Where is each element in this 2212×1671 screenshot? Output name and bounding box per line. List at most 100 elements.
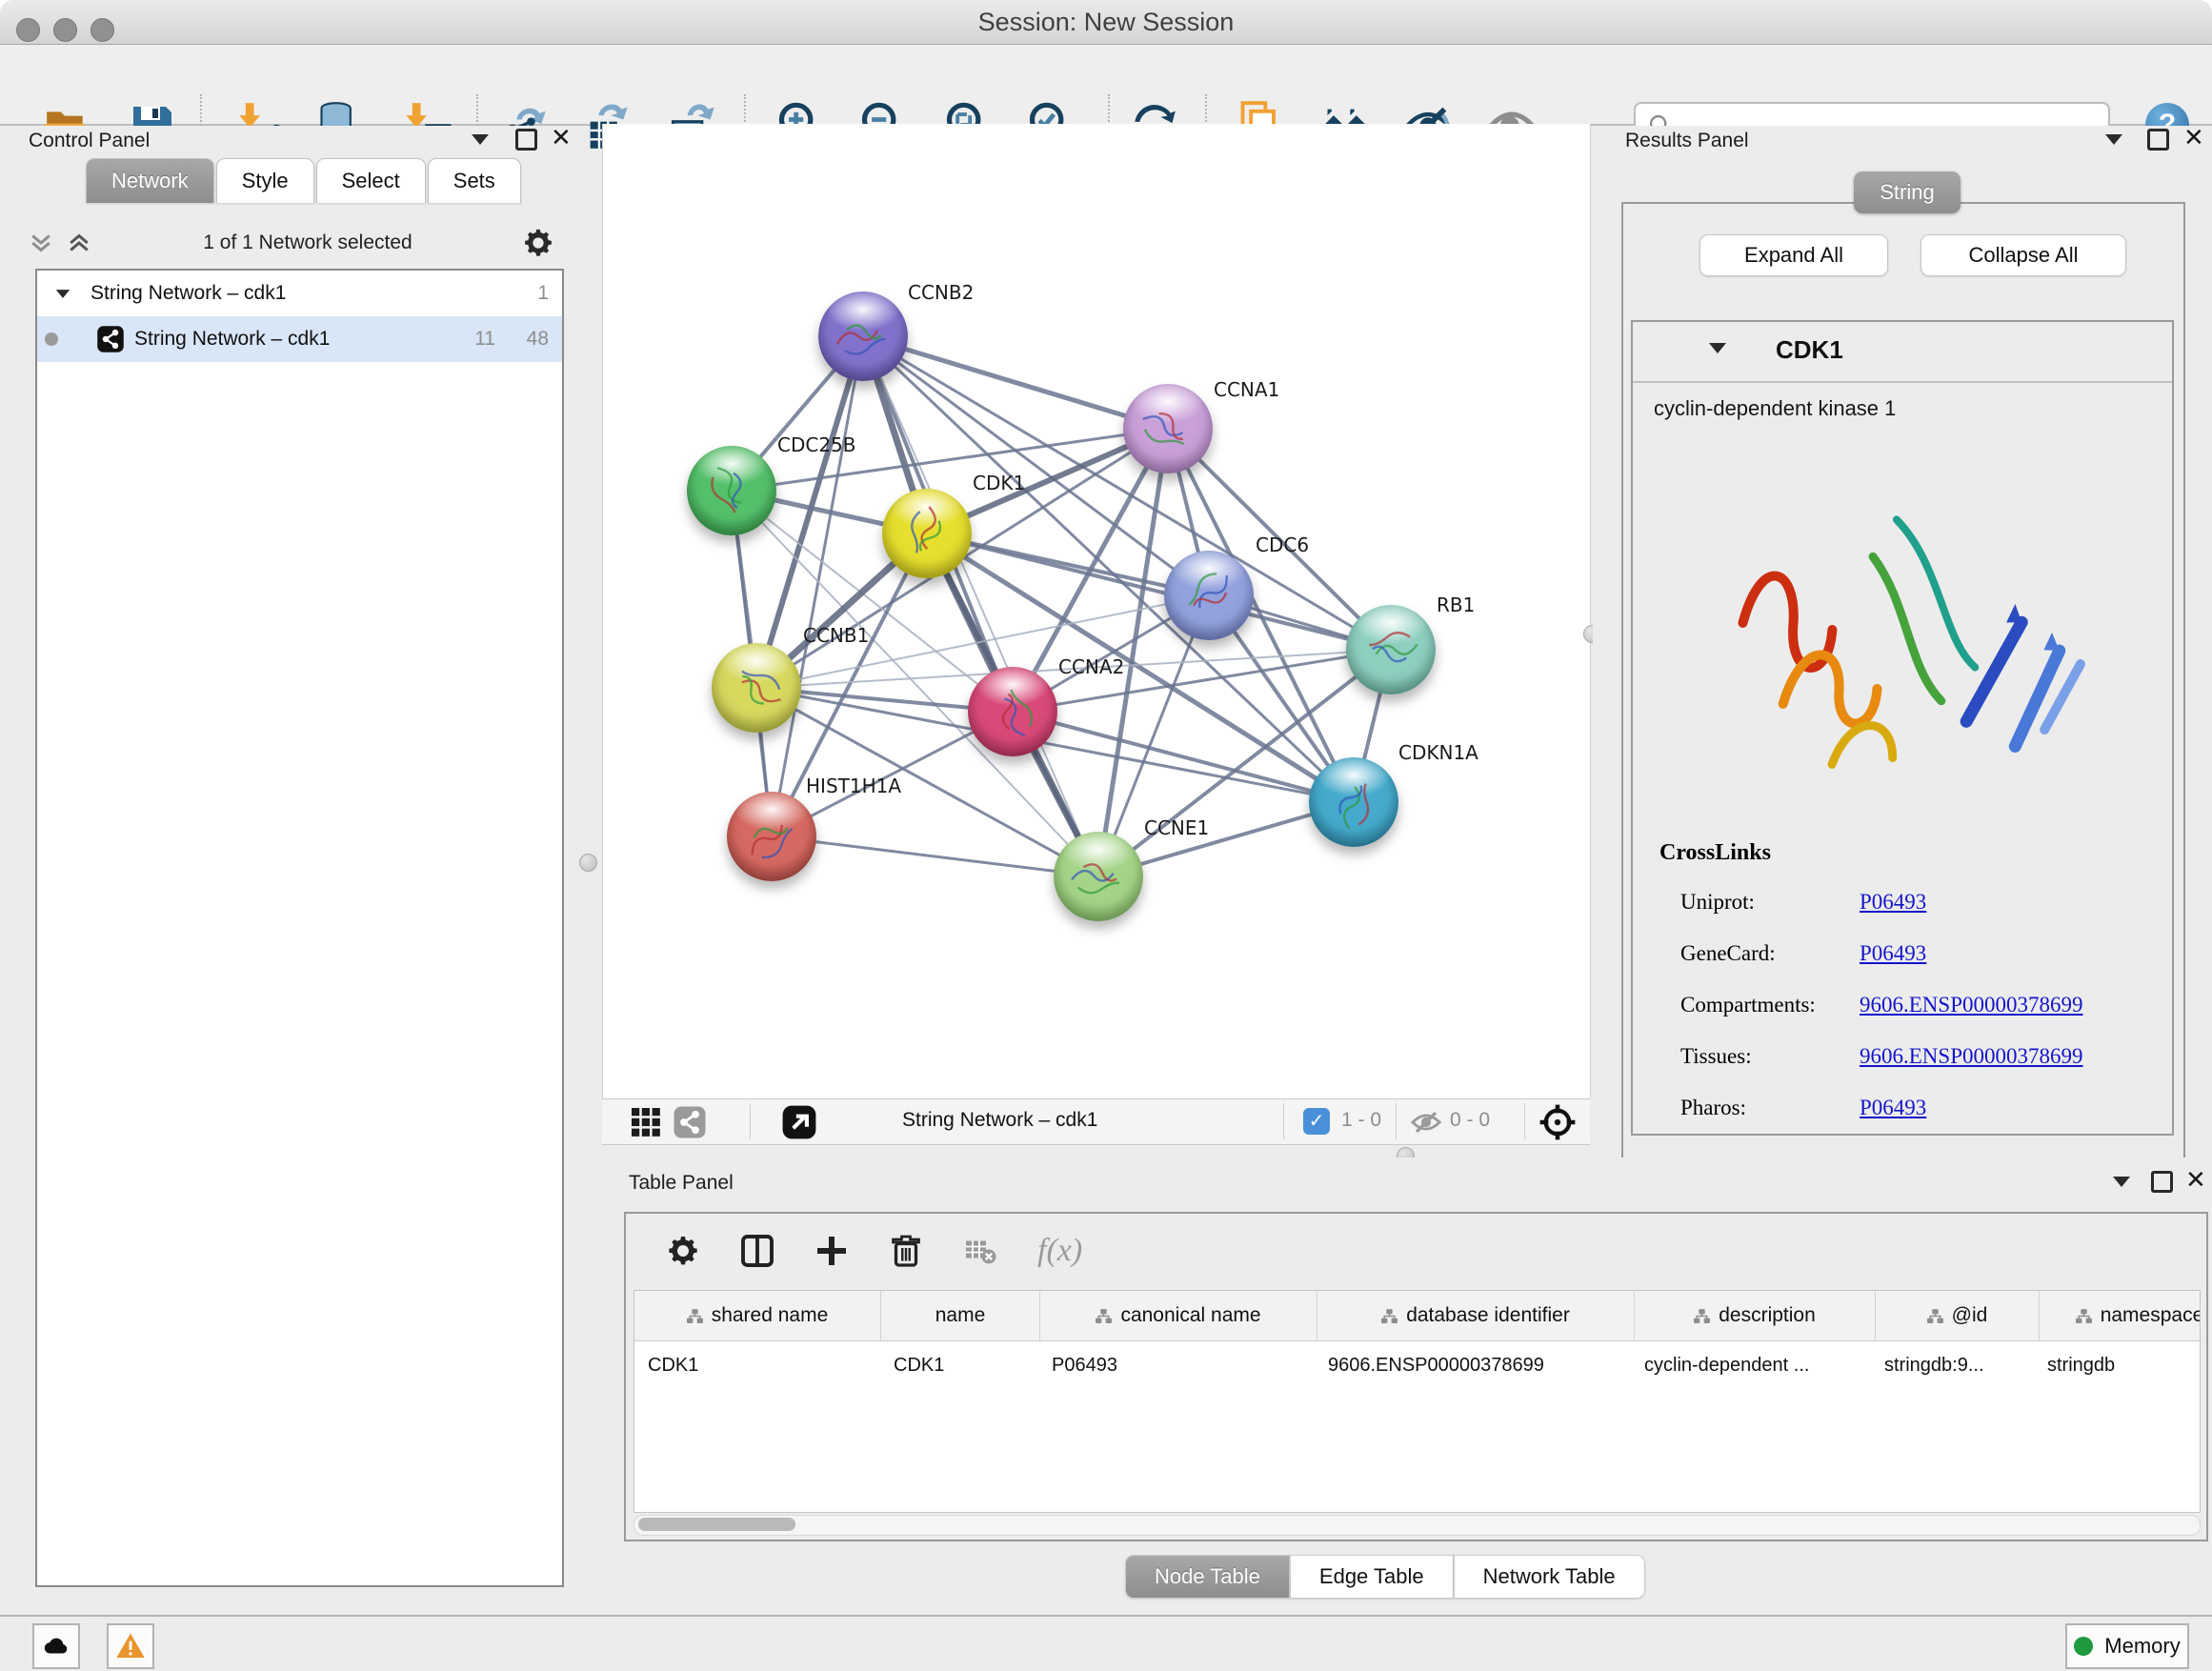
node-RB1[interactable] <box>1346 605 1436 695</box>
panel-float-icon[interactable] <box>2151 1171 2173 1193</box>
column-header-at-id[interactable]: @id <box>1876 1291 2040 1340</box>
column-header-shared-name[interactable]: shared name <box>634 1291 881 1340</box>
table-row[interactable]: CDK1CDK1P064939606.ENSP00000378699cyclin… <box>634 1341 2200 1389</box>
panel-close-icon[interactable]: ✕ <box>551 128 572 147</box>
crosslink-value-link[interactable]: P06493 <box>1860 1096 1926 1120</box>
network-row[interactable]: String Network – cdk1 11 48 <box>37 316 562 362</box>
table-cell[interactable]: cyclin-dependent ... <box>1631 1341 1871 1389</box>
table-body: CDK1CDK1P064939606.ENSP00000378699cyclin… <box>634 1341 2200 1389</box>
cloud-button[interactable] <box>32 1623 80 1669</box>
collection-expand-icon[interactable] <box>56 290 70 298</box>
edge-HIST1H1A-CCNE1[interactable] <box>772 836 1098 876</box>
table-cell[interactable]: stringdb <box>2034 1341 2201 1389</box>
show-columns-icon[interactable] <box>740 1234 774 1268</box>
tab-network[interactable]: Network <box>86 158 214 203</box>
panel-menu-icon[interactable] <box>2105 134 2122 145</box>
table-cell[interactable]: stringdb:9... <box>1871 1341 2034 1389</box>
control-panel-title: Control Panel <box>29 130 150 152</box>
birds-eye-view-icon[interactable] <box>781 1104 817 1140</box>
column-header-label: @id <box>1952 1304 1988 1327</box>
footer-separator <box>750 1103 751 1139</box>
node-CDC25B[interactable] <box>687 446 776 535</box>
tab-network-table[interactable]: Network Table <box>1454 1555 1645 1599</box>
column-header-description[interactable]: description <box>1635 1291 1876 1340</box>
horizontal-scrollbar[interactable] <box>633 1515 2201 1536</box>
selected-checkbox-icon[interactable]: ✓ <box>1303 1108 1330 1135</box>
column-header-namespace[interactable]: namespace <box>2040 1291 2201 1340</box>
crosslink-value-link[interactable]: P06493 <box>1860 890 1926 915</box>
network-view-icon[interactable] <box>673 1105 707 1139</box>
collapse-all-button[interactable]: Collapse All <box>1920 234 2126 276</box>
panel-float-icon[interactable] <box>515 129 537 151</box>
crosslink-value-link[interactable]: 9606.ENSP00000378699 <box>1860 1044 2083 1069</box>
network-canvas[interactable]: CCNB2CCNA1CDC25BCDK1CDC6RB1CCNB1CCNA2CDK… <box>602 124 1591 1098</box>
node-CDKN1A[interactable] <box>1309 757 1398 847</box>
edge-CCNA2-CDKN1A[interactable] <box>1013 712 1354 802</box>
collection-count: 1 <box>537 282 549 305</box>
table-options-gear-icon[interactable] <box>666 1234 700 1268</box>
column-header-database-identifier[interactable]: database identifier <box>1317 1291 1635 1340</box>
panel-float-icon[interactable] <box>2147 129 2169 151</box>
table-header-row: shared namenamecanonical name database id… <box>634 1291 2200 1341</box>
crosslink-value-link[interactable]: 9606.ENSP00000378699 <box>1860 993 2083 1017</box>
network-tree: String Network – cdk1 1 String Network –… <box>35 269 564 1587</box>
crosslink-row: Tissues:9606.ENSP00000378699 <box>1680 1031 2157 1082</box>
edge-CCNB2-CCNA1[interactable] <box>863 336 1168 429</box>
node-CCNE1[interactable] <box>1054 832 1143 921</box>
node-CCNB1[interactable] <box>712 643 801 733</box>
tab-edge-table[interactable]: Edge Table <box>1290 1555 1454 1599</box>
tab-string[interactable]: String <box>1854 171 1961 213</box>
panel-menu-icon[interactable] <box>472 134 489 145</box>
node-CDC6[interactable] <box>1164 551 1254 640</box>
node-CCNA1[interactable] <box>1123 384 1213 473</box>
table-panel: Table Panel ✕ f(x) shared namenamecanoni… <box>602 1158 2212 1615</box>
node-CCNB2[interactable] <box>818 292 908 381</box>
expand-all-icon[interactable] <box>65 229 93 257</box>
node-label-CDC25B: CDC25B <box>777 433 856 456</box>
network-collection-row[interactable]: String Network – cdk1 1 <box>37 271 562 316</box>
edge-CDK1-RB1[interactable] <box>927 534 1391 650</box>
node-HIST1H1A[interactable] <box>727 792 816 881</box>
create-column-plus-icon[interactable] <box>814 1234 849 1268</box>
window-title: Session: New Session <box>0 0 2212 44</box>
tab-sets[interactable]: Sets <box>428 158 521 203</box>
left-splitter-handle[interactable] <box>579 854 597 872</box>
column-header-label: database identifier <box>1406 1304 1570 1327</box>
gene-section-header[interactable]: CDK1 <box>1633 322 2172 383</box>
protein-thumbnail-CCNA1 <box>1123 384 1213 473</box>
node-CDK1[interactable] <box>882 489 972 578</box>
hidden-eye-slash-icon[interactable] <box>1410 1106 1442 1138</box>
network-type-icon <box>96 325 125 353</box>
node-CCNA2[interactable] <box>968 667 1057 756</box>
column-header-name[interactable]: name <box>881 1291 1040 1340</box>
node-label-CCNB1: CCNB1 <box>803 624 869 647</box>
tab-node-table[interactable]: Node Table <box>1125 1555 1290 1599</box>
warning-icon <box>115 1631 146 1661</box>
grid-view-icon[interactable] <box>629 1105 663 1139</box>
warnings-button[interactable] <box>107 1623 154 1669</box>
crosslink-label: Compartments: <box>1680 993 1860 1017</box>
memory-status-dot <box>2074 1637 2093 1656</box>
table-cell[interactable]: CDK1 <box>634 1341 880 1389</box>
table-cell[interactable]: 9606.ENSP00000378699 <box>1315 1341 1631 1389</box>
collapse-all-icon[interactable] <box>27 229 55 257</box>
column-header-canonical-name[interactable]: canonical name <box>1040 1291 1317 1340</box>
table-cell[interactable]: CDK1 <box>880 1341 1038 1389</box>
table-cell[interactable]: P06493 <box>1038 1341 1315 1389</box>
network-options-gear-icon[interactable] <box>522 227 554 259</box>
tab-select[interactable]: Select <box>316 158 426 203</box>
panel-menu-icon[interactable] <box>2113 1177 2130 1187</box>
expand-all-button[interactable]: Expand All <box>1699 234 1888 276</box>
delete-column-trash-icon[interactable] <box>889 1234 923 1268</box>
scrollbar-thumb[interactable] <box>638 1518 795 1531</box>
fit-content-crosshair-icon[interactable] <box>1538 1102 1578 1142</box>
panel-close-icon[interactable]: ✕ <box>2183 128 2204 147</box>
crosslink-value-link[interactable]: P06493 <box>1860 941 1926 966</box>
panel-close-icon[interactable]: ✕ <box>2185 1170 2206 1189</box>
memory-button[interactable]: Memory <box>2065 1623 2189 1669</box>
protein-thumbnail-CCNA2 <box>968 667 1057 756</box>
tab-style[interactable]: Style <box>216 158 314 203</box>
table-toolbar: f(x) <box>626 1214 2206 1288</box>
current-network-dot <box>45 332 58 346</box>
gene-expand-icon[interactable] <box>1709 343 1726 353</box>
